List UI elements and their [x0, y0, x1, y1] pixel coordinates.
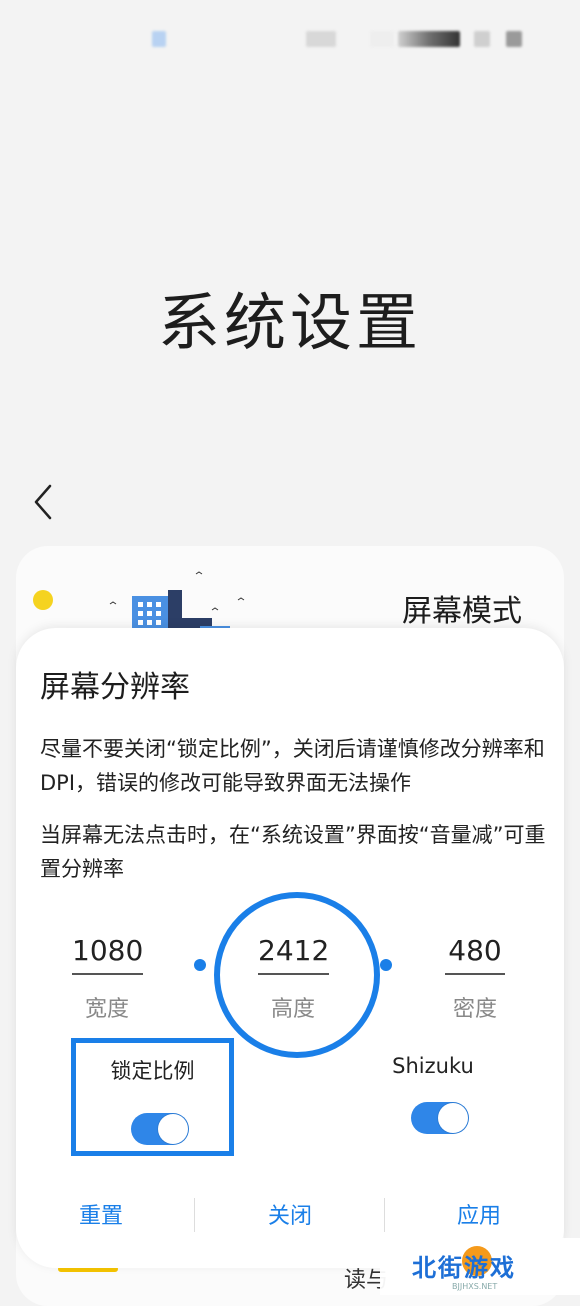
city-illustration: [74, 571, 245, 636]
status-icon: [152, 31, 166, 47]
reset-hint-text: 当屏幕无法点击时，在“系统设置”界面按“音量减”可重置分辨率: [40, 823, 546, 881]
reset-button[interactable]: 重置: [41, 1198, 161, 1230]
back-arrow-icon[interactable]: [30, 482, 58, 522]
battery-icon: [506, 31, 522, 47]
density-field[interactable]: 480 密度: [443, 934, 507, 1023]
height-input[interactable]: 2412: [258, 934, 330, 975]
divider: [194, 1198, 195, 1232]
resolution-dialog: 屏幕分辨率 尽量不要关闭“锁定比例”，关闭后请谨慎修改分辨率和DPI，错误的修改…: [16, 628, 564, 1268]
width-label: 宽度: [84, 997, 129, 1022]
close-button[interactable]: 关闭: [230, 1198, 350, 1230]
shizuku-label: Shizuku: [392, 1054, 474, 1078]
width-input[interactable]: 1080: [72, 934, 144, 975]
status-bar: [0, 0, 580, 70]
warning-text: 尽量不要关闭“锁定比例”，关闭后请谨慎修改分辨率和DPI，错误的修改可能导致界面…: [40, 737, 545, 795]
lock-ratio-toggle[interactable]: [131, 1113, 189, 1145]
toggle-knob: [438, 1103, 468, 1133]
lock-ratio-highlight: 锁定比例: [71, 1038, 234, 1156]
watermark-subtext: BJJHXS.NET: [452, 1282, 498, 1291]
density-label: 密度: [452, 997, 497, 1022]
height-field[interactable]: 2412 高度: [258, 934, 330, 1023]
status-icon: [474, 31, 490, 47]
status-icon: [306, 31, 336, 47]
link-dot: [380, 959, 392, 971]
lock-ratio-label: 锁定比例: [110, 1059, 195, 1083]
shizuku-toggle[interactable]: [411, 1102, 469, 1134]
width-field[interactable]: 1080 宽度: [72, 934, 144, 1023]
watermark-text: 北街游戏: [412, 1254, 516, 1282]
page-title: 系统设置: [157, 286, 422, 359]
toggle-knob: [158, 1114, 188, 1144]
density-input[interactable]: 480: [445, 934, 505, 975]
status-icon: [398, 31, 460, 47]
dialog-actions: 重置 关闭 应用: [16, 1198, 564, 1234]
sun-icon: [33, 590, 53, 610]
watermark: 北街游戏 BJJHXS.NET: [380, 1238, 580, 1295]
screen-mode-title: 屏幕模式: [402, 594, 522, 629]
link-dot: [194, 959, 206, 971]
apply-button[interactable]: 应用: [419, 1198, 539, 1230]
status-icon: [370, 31, 394, 47]
dialog-title: 屏幕分辨率: [40, 670, 190, 705]
divider: [384, 1198, 385, 1232]
height-label: 高度: [270, 997, 315, 1022]
